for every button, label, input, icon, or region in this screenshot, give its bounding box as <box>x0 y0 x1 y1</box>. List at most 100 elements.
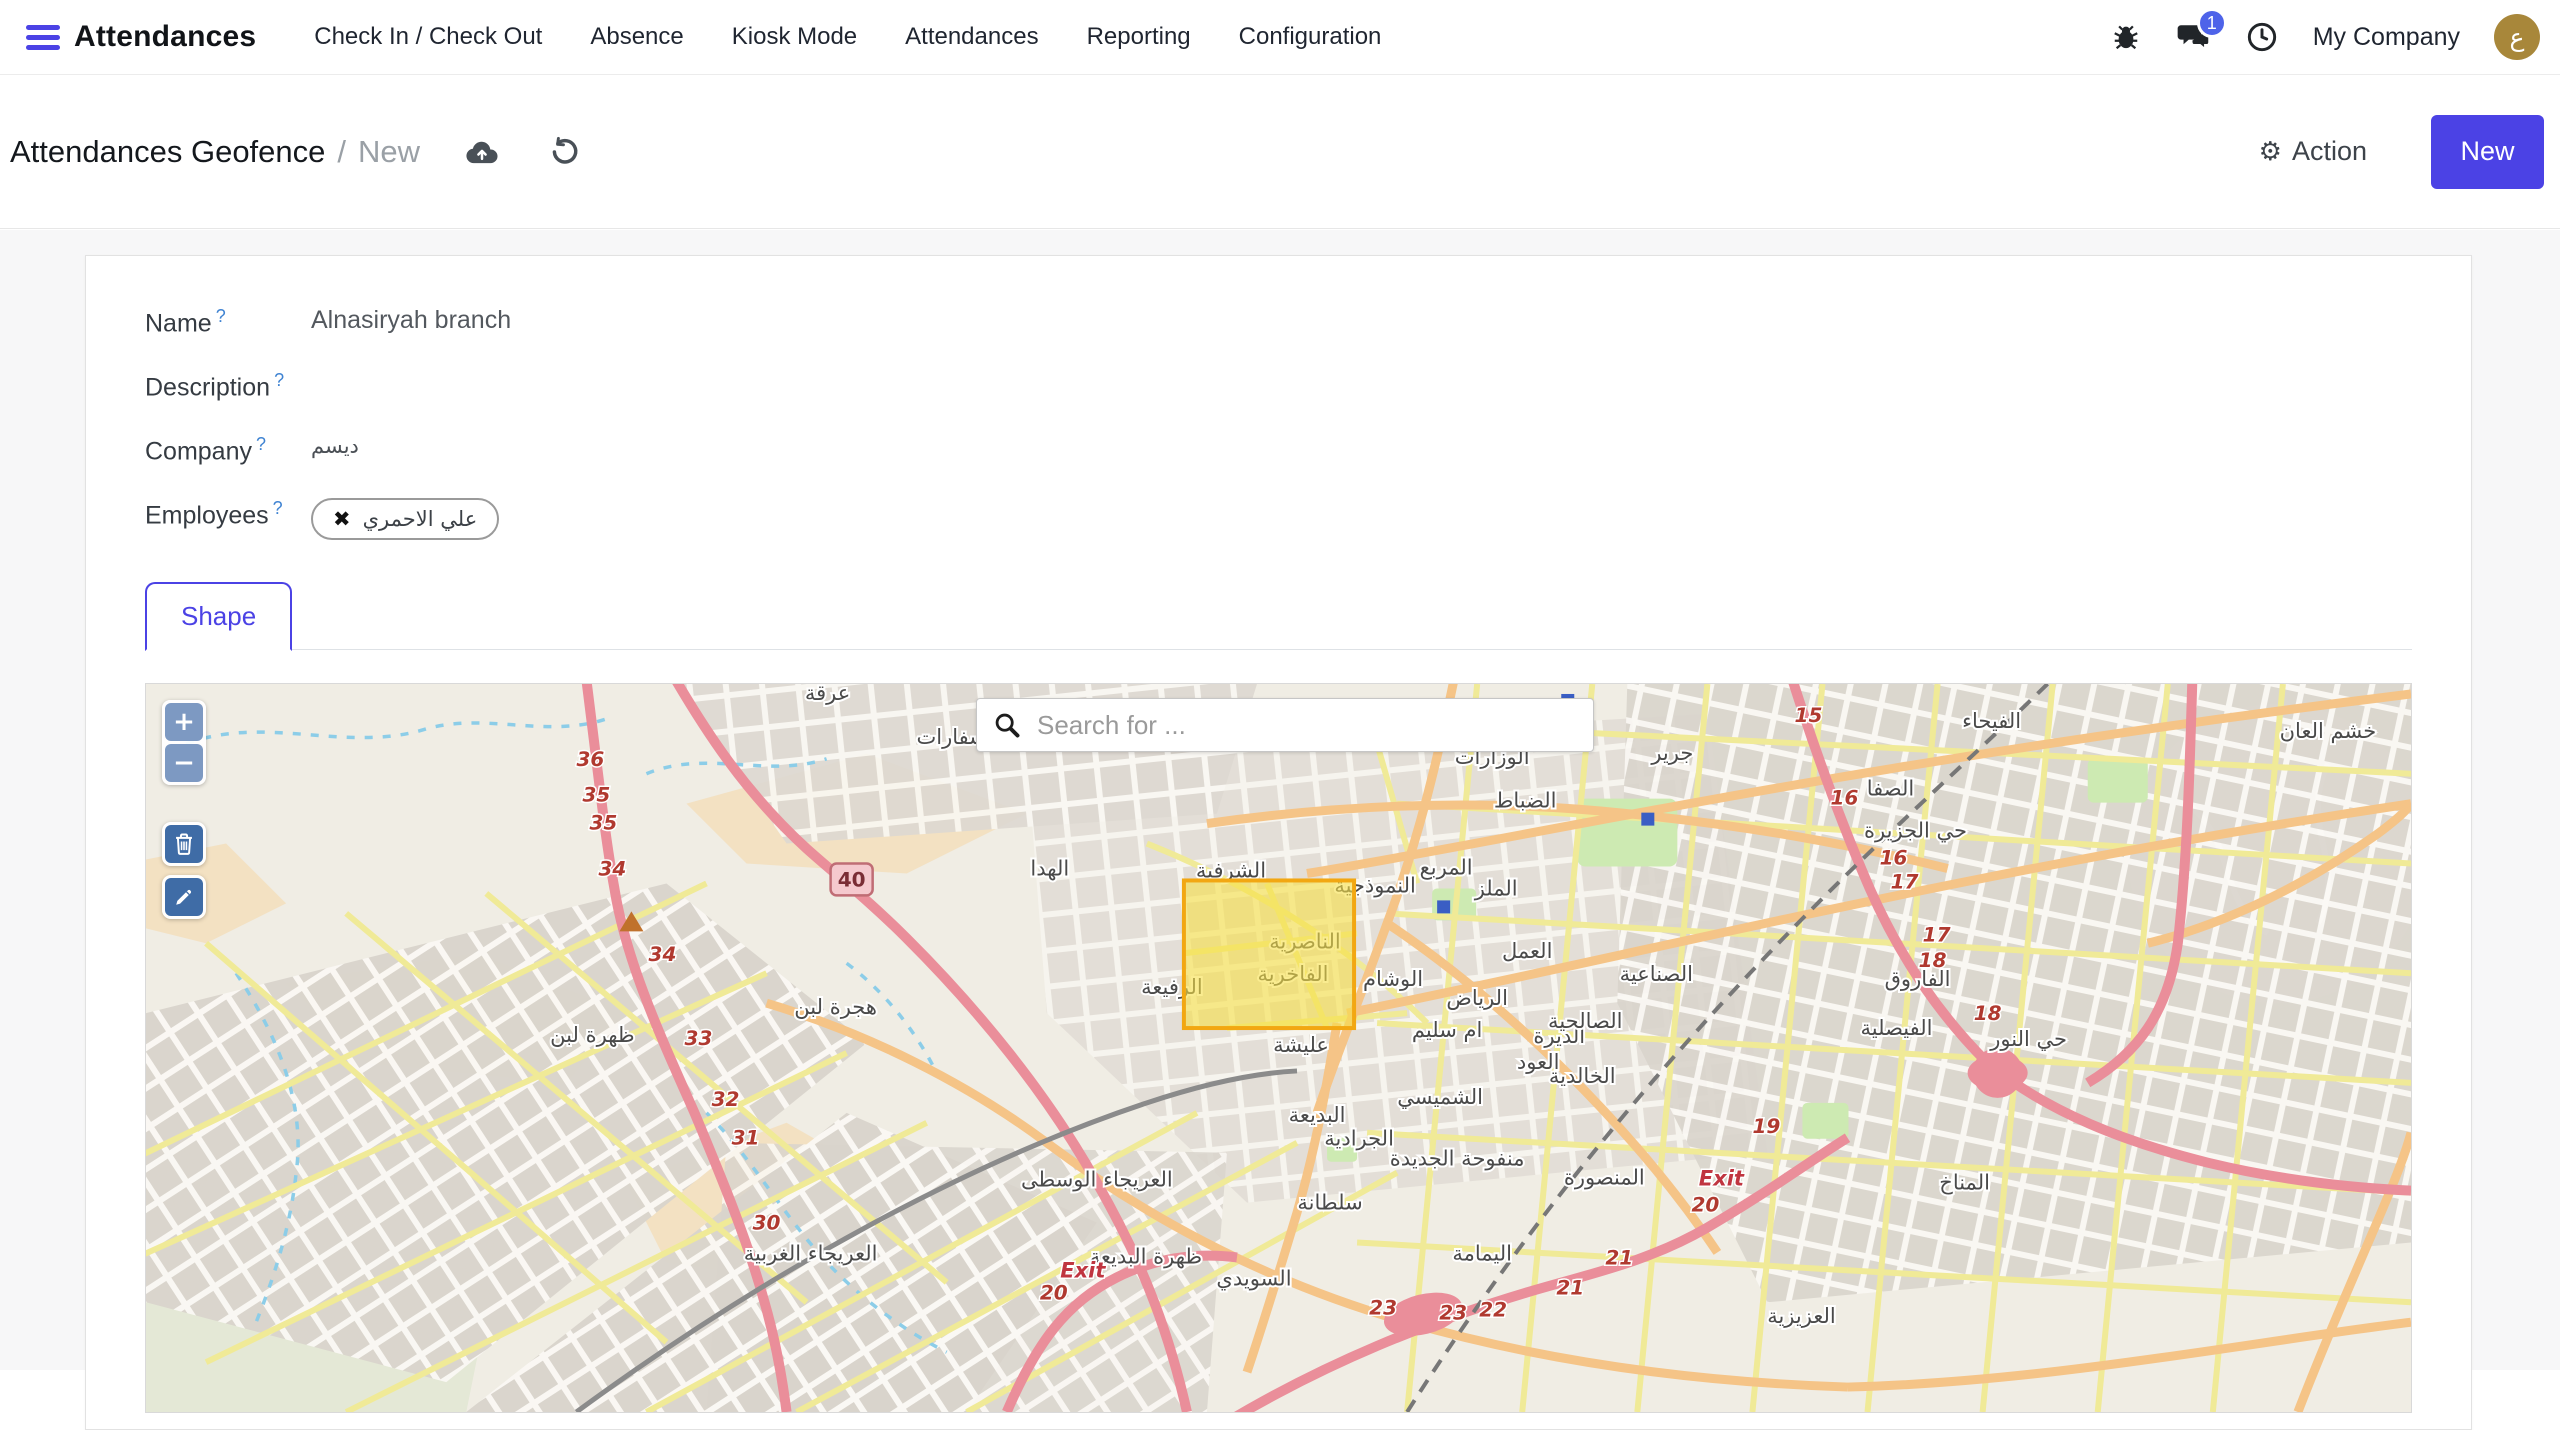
map-zoom-control: + − <box>162 700 206 785</box>
svg-text:الملز: الملز <box>1474 876 1518 900</box>
apps-menu-icon[interactable] <box>26 25 60 50</box>
svg-text:الصالحية: الصالحية <box>1548 1009 1622 1033</box>
field-row-company: Company? ديسم <box>145 432 2412 496</box>
notebook-tabs: Shape <box>145 580 2412 650</box>
control-panel: Attendances Geofence / New ⚙ Action New <box>0 75 2560 229</box>
svg-text:خشم العان: خشم العان <box>2280 719 2377 744</box>
app-title: Attendances <box>74 20 256 54</box>
action-label: Action <box>2292 136 2367 167</box>
breadcrumb-separator: / <box>337 134 346 170</box>
employees-input[interactable]: ✖ علي الاحمري <box>311 496 499 540</box>
name-help-icon[interactable]: ? <box>216 306 226 326</box>
name-input[interactable]: Alnasiryah branch <box>311 304 511 335</box>
svg-text:ظهرة البديعة: ظهرة البديعة <box>1090 1244 1203 1268</box>
svg-text:العود: العود <box>1517 1050 1560 1074</box>
svg-text:40: 40 <box>838 867 866 891</box>
edit-shape-pencil-button[interactable] <box>165 878 203 916</box>
svg-text:الهدا: الهدا <box>1030 857 1069 881</box>
bug-icon[interactable] <box>2109 20 2143 54</box>
activities-clock-icon[interactable] <box>2245 20 2279 54</box>
company-help-icon[interactable]: ? <box>256 434 266 454</box>
messages-icon[interactable]: 1 <box>2177 20 2211 54</box>
svg-text:35: 35 <box>589 811 617 835</box>
svg-text:36: 36 <box>576 747 604 771</box>
zoom-in-button[interactable]: + <box>165 703 203 741</box>
new-record-button[interactable]: New <box>2431 115 2544 189</box>
svg-text:18: 18 <box>1974 1001 2002 1025</box>
form-sheet: Name? Alnasiryah branch Description? Com… <box>85 255 2472 1430</box>
svg-text:ظهرة لبن: ظهرة لبن <box>550 1023 634 1047</box>
svg-text:البديعة: البديعة <box>1289 1103 1346 1127</box>
discard-undo-button[interactable] <box>548 136 580 168</box>
svg-text:16: 16 <box>1880 846 1908 870</box>
svg-text:23: 23 <box>1439 1300 1467 1324</box>
svg-text:35: 35 <box>582 783 610 807</box>
svg-text:العريجاء الغربية: العريجاء الغربية <box>744 1241 878 1265</box>
svg-text:Exit: Exit <box>1699 1167 1745 1191</box>
map-search-input[interactable] <box>1037 710 1577 741</box>
svg-text:حي النور: حي النور <box>1989 1027 2067 1051</box>
delete-shape-button[interactable] <box>165 825 203 863</box>
map-draw-controls <box>162 822 206 919</box>
geofence-rectangle[interactable] <box>1184 880 1354 1028</box>
menu-attendances[interactable]: Attendances <box>885 11 1058 63</box>
svg-text:عليشة: عليشة <box>1273 1033 1329 1057</box>
svg-text:اليمامة: اليمامة <box>1452 1241 1512 1265</box>
description-label: Description? <box>145 368 311 402</box>
svg-text:العريجاء الوسطى: العريجاء الوسطى <box>1021 1168 1173 1192</box>
save-cloud-button[interactable] <box>464 137 500 167</box>
company-switcher[interactable]: My Company <box>2313 23 2460 52</box>
messages-badge[interactable]: 1 <box>2197 8 2227 38</box>
svg-text:الشميسي: الشميسي <box>1397 1085 1483 1109</box>
search-icon <box>993 711 1021 739</box>
user-avatar[interactable]: ع <box>2494 14 2540 60</box>
map-canvas[interactable]: 40 عرقةسفاراتالوزاراتجريرالفيحاءخشم العا… <box>146 684 2411 1412</box>
employees-label: Employees? <box>145 496 311 530</box>
svg-text:السويدي: السويدي <box>1216 1266 1291 1290</box>
svg-text:20: 20 <box>1691 1193 1719 1217</box>
menu-absence[interactable]: Absence <box>570 11 703 63</box>
breadcrumb-current: New <box>358 134 420 170</box>
employees-help-icon[interactable]: ? <box>273 498 283 518</box>
svg-text:الجرادية: الجرادية <box>1324 1127 1394 1151</box>
company-input[interactable]: ديسم <box>311 432 359 458</box>
menu-kiosk-mode[interactable]: Kiosk Mode <box>712 11 877 63</box>
svg-text:34: 34 <box>649 942 677 966</box>
svg-text:30: 30 <box>753 1211 781 1235</box>
field-row-description: Description? <box>145 368 2412 432</box>
svg-text:21: 21 <box>1556 1275 1584 1299</box>
svg-text:19: 19 <box>1753 1114 1781 1138</box>
description-help-icon[interactable]: ? <box>274 370 284 390</box>
svg-text:34: 34 <box>598 857 626 881</box>
geofence-map[interactable]: 40 عرقةسفاراتالوزاراتجريرالفيحاءخشم العا… <box>145 683 2412 1413</box>
svg-text:العزيزية: العزيزية <box>1767 1304 1836 1328</box>
systray: 1 My Company ع <box>2109 14 2540 60</box>
svg-text:23: 23 <box>1369 1295 1397 1319</box>
menu-configuration[interactable]: Configuration <box>1219 11 1402 63</box>
employee-tag[interactable]: ✖ علي الاحمري <box>311 498 499 540</box>
employee-tag-label: علي الاحمري <box>363 507 478 531</box>
zoom-out-button[interactable]: − <box>165 744 203 782</box>
control-panel-right: ⚙ Action New <box>2259 115 2544 189</box>
menu-reporting[interactable]: Reporting <box>1067 11 1211 63</box>
svg-text:33: 33 <box>685 1026 713 1050</box>
svg-text:جرير: جرير <box>1650 741 1693 765</box>
svg-text:المناخ: المناخ <box>1939 1171 1990 1195</box>
road-shields: 40 <box>831 864 873 896</box>
tab-shape[interactable]: Shape <box>145 582 292 651</box>
name-label: Name? <box>145 304 311 338</box>
svg-text:المربع: المربع <box>1420 856 1473 880</box>
svg-text:31: 31 <box>732 1126 760 1150</box>
svg-text:17: 17 <box>1891 869 1919 893</box>
top-navbar: Attendances Check In / Check Out Absence… <box>0 0 2560 75</box>
svg-text:سلطانة: سلطانة <box>1297 1191 1362 1215</box>
breadcrumb: Attendances Geofence / New <box>10 134 420 170</box>
svg-text:المنصورة: المنصورة <box>1564 1166 1645 1190</box>
tag-remove-icon[interactable]: ✖ <box>333 507 351 531</box>
breadcrumb-parent[interactable]: Attendances Geofence <box>10 134 325 170</box>
menu-check-in-out[interactable]: Check In / Check Out <box>294 11 562 63</box>
page-background: Name? Alnasiryah branch Description? Com… <box>0 230 2560 1370</box>
action-menu-button[interactable]: ⚙ Action <box>2259 136 2367 167</box>
svg-text:الصفا: الصفا <box>1867 777 1914 801</box>
svg-text:الفيصلية: الفيصلية <box>1861 1016 1933 1040</box>
